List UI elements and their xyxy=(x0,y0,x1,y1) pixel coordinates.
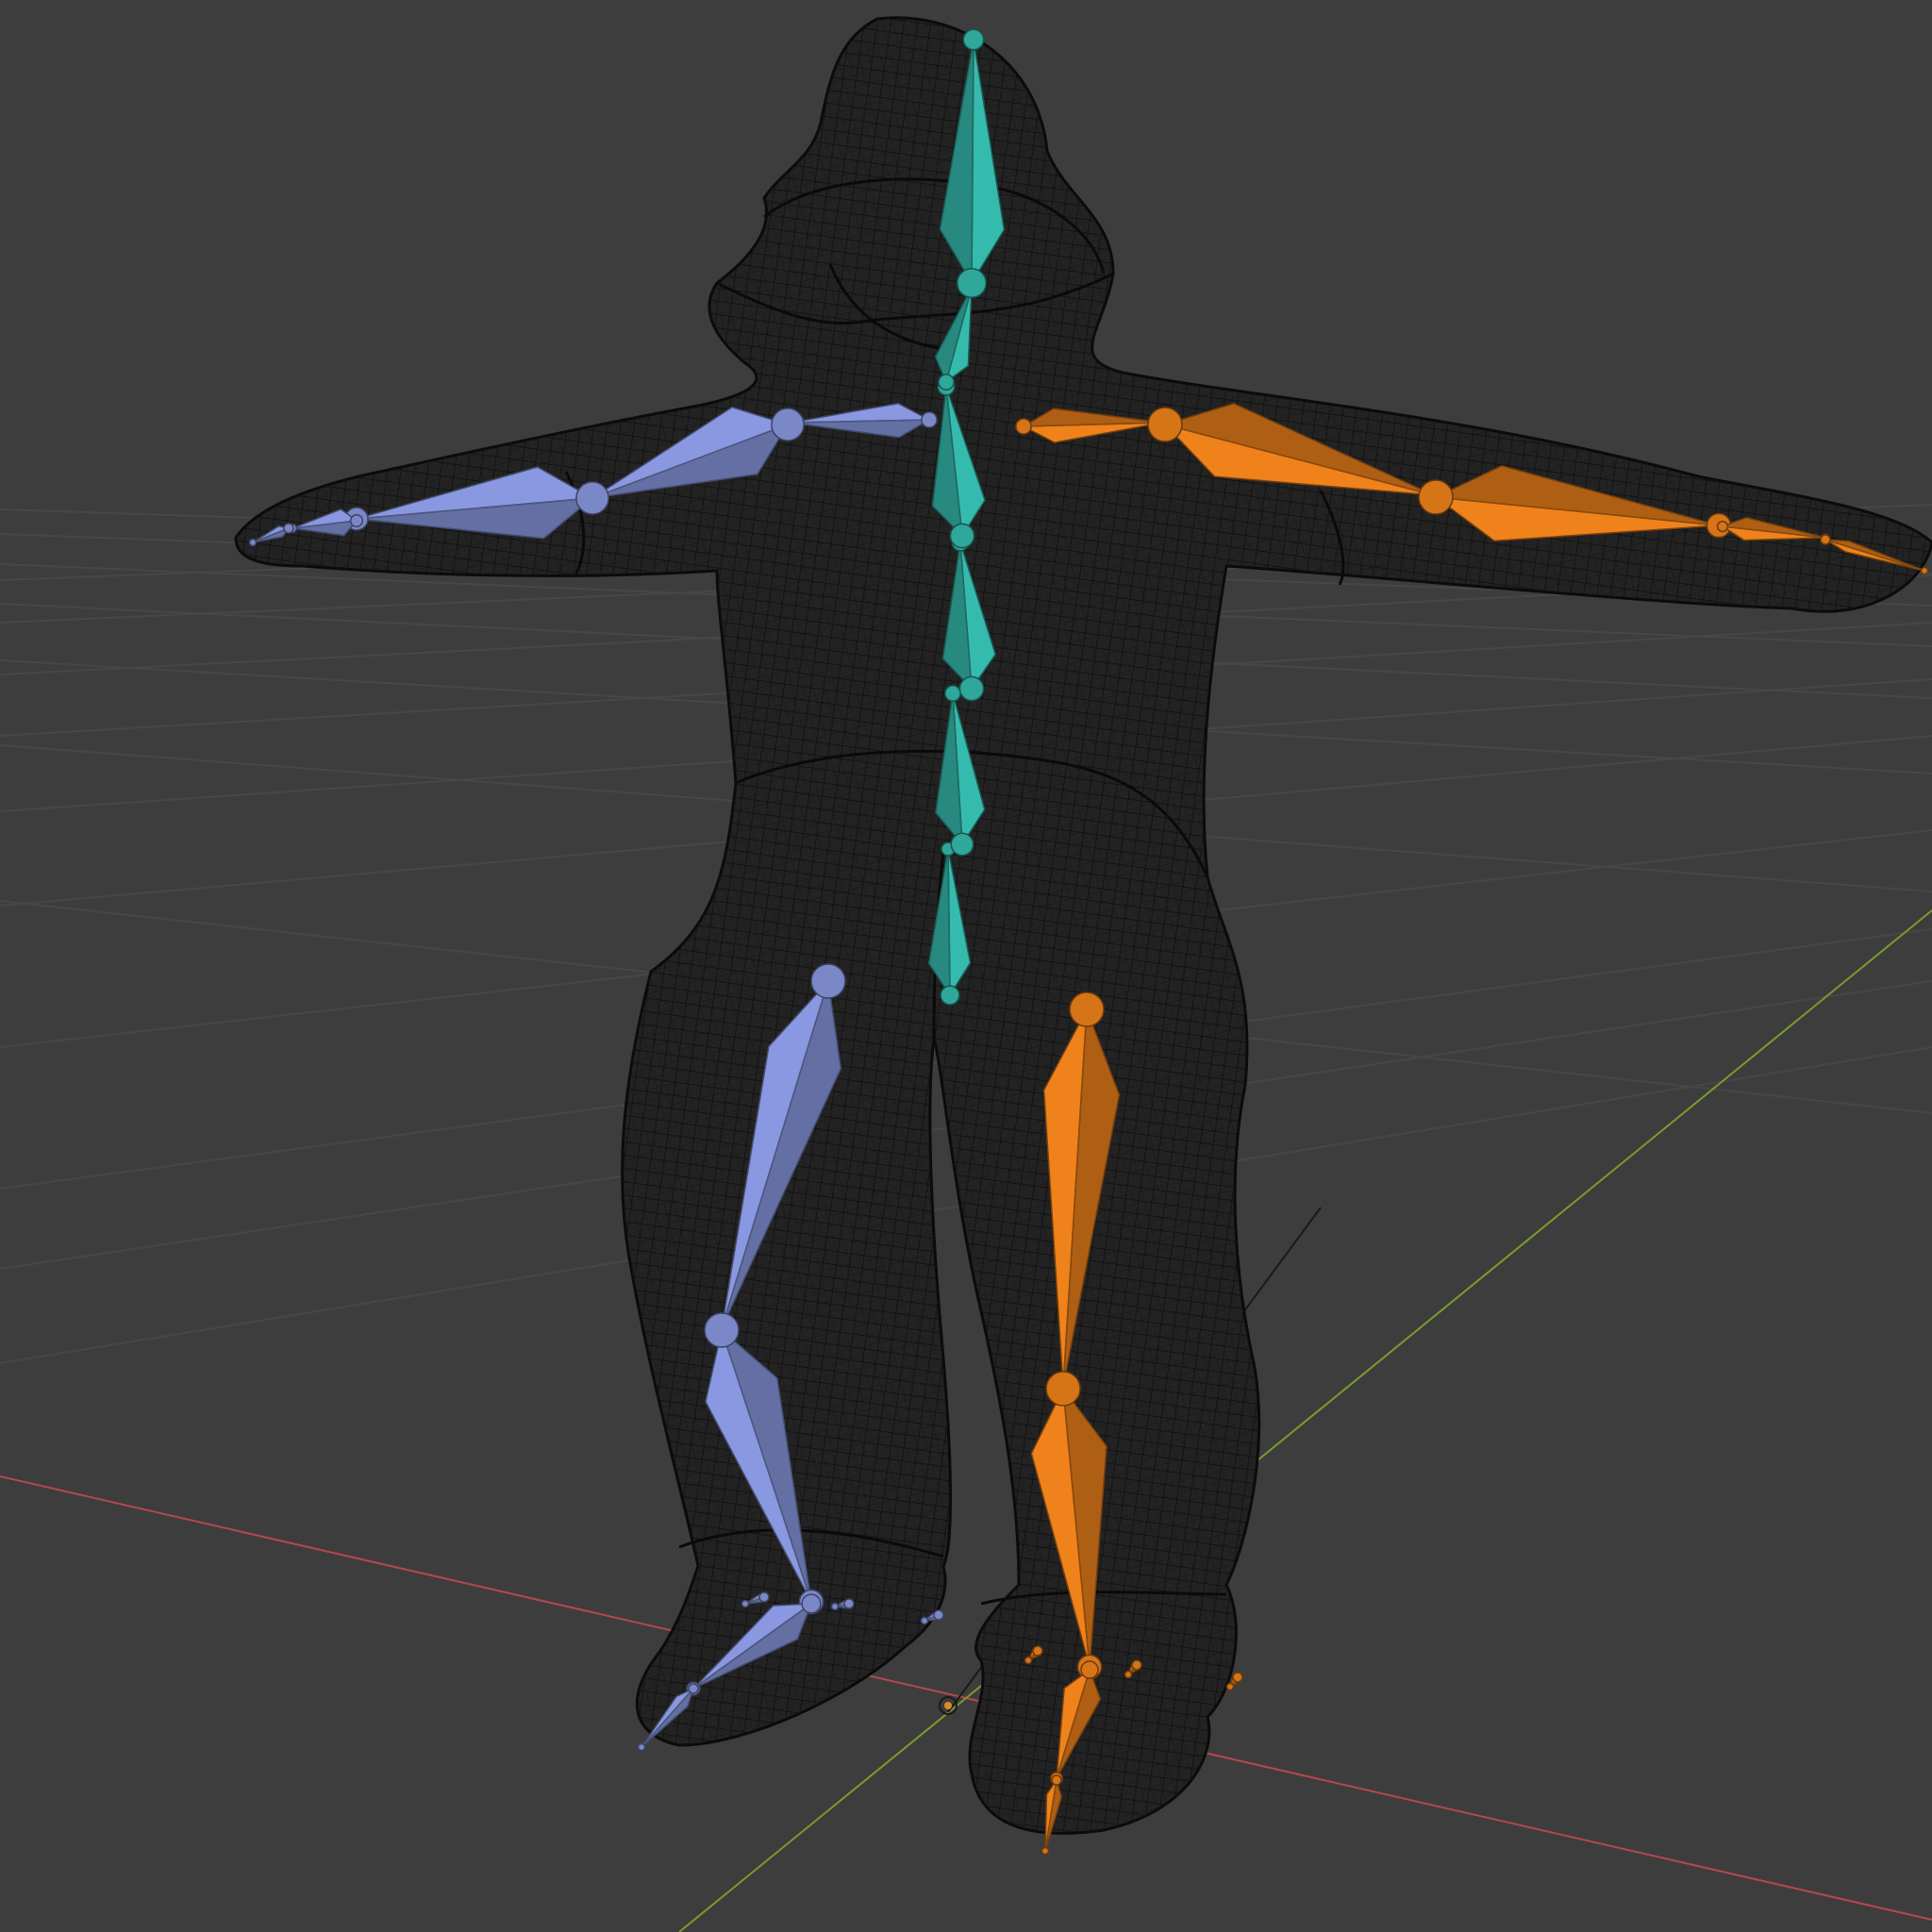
bone-head-joint[interactable] xyxy=(1232,1672,1243,1683)
bone-head-joint[interactable] xyxy=(938,374,955,391)
viewport-canvas[interactable] xyxy=(0,0,1932,1932)
bone-head-joint[interactable] xyxy=(283,523,294,534)
bone-head-joint[interactable] xyxy=(704,1312,740,1348)
bone-tail-joint[interactable] xyxy=(1124,1670,1133,1679)
bone-head-joint[interactable] xyxy=(349,513,364,528)
bone-tail-joint[interactable] xyxy=(637,1742,646,1752)
bone-tail-joint[interactable] xyxy=(1920,566,1929,575)
bone-tail-joint[interactable] xyxy=(962,28,985,51)
bone-head-joint[interactable] xyxy=(1015,418,1032,435)
bone-head-joint[interactable] xyxy=(688,1683,699,1694)
bone-head-joint[interactable] xyxy=(940,985,960,1006)
bone-head-joint[interactable] xyxy=(956,267,988,299)
bone-head-joint[interactable] xyxy=(1716,520,1729,533)
bone-head-joint[interactable] xyxy=(1045,1371,1081,1407)
bone-tail-joint[interactable] xyxy=(944,685,961,702)
bone-tail-joint[interactable] xyxy=(1225,1682,1235,1691)
bone-head-joint[interactable] xyxy=(810,963,846,999)
bone-head-joint[interactable] xyxy=(921,411,938,428)
bone-head-joint[interactable] xyxy=(1820,534,1831,545)
bone-head-joint[interactable] xyxy=(575,481,609,515)
bone-head-joint[interactable] xyxy=(1147,407,1183,442)
bone-tail-joint[interactable] xyxy=(248,538,258,547)
bone-tail-joint[interactable] xyxy=(741,1599,750,1608)
bone-head-joint[interactable] xyxy=(1051,1774,1062,1786)
bone-head-joint[interactable] xyxy=(771,408,805,441)
bone-head-joint[interactable] xyxy=(958,675,985,702)
bone-tail-joint[interactable] xyxy=(1024,1656,1033,1665)
bone-head-joint[interactable] xyxy=(801,1593,822,1614)
bone-tail-joint[interactable] xyxy=(1041,1846,1050,1856)
bone-head-joint[interactable] xyxy=(933,1609,944,1621)
3d-viewport[interactable] xyxy=(0,0,1932,1932)
bone-head-joint[interactable] xyxy=(758,1591,770,1603)
bone-head-joint[interactable] xyxy=(1080,1660,1099,1679)
bone-head-joint[interactable] xyxy=(1069,991,1105,1027)
bone-head-joint[interactable] xyxy=(1418,479,1454,515)
bone-head-joint[interactable] xyxy=(1131,1659,1142,1671)
bone-tail-joint[interactable] xyxy=(830,1602,840,1611)
bone-head-joint[interactable] xyxy=(950,832,974,857)
bone-tail-joint[interactable] xyxy=(920,1616,929,1625)
bone-head-joint[interactable] xyxy=(843,1598,855,1609)
bone-head-joint[interactable] xyxy=(949,523,975,549)
bone-head-joint[interactable] xyxy=(1032,1645,1043,1657)
